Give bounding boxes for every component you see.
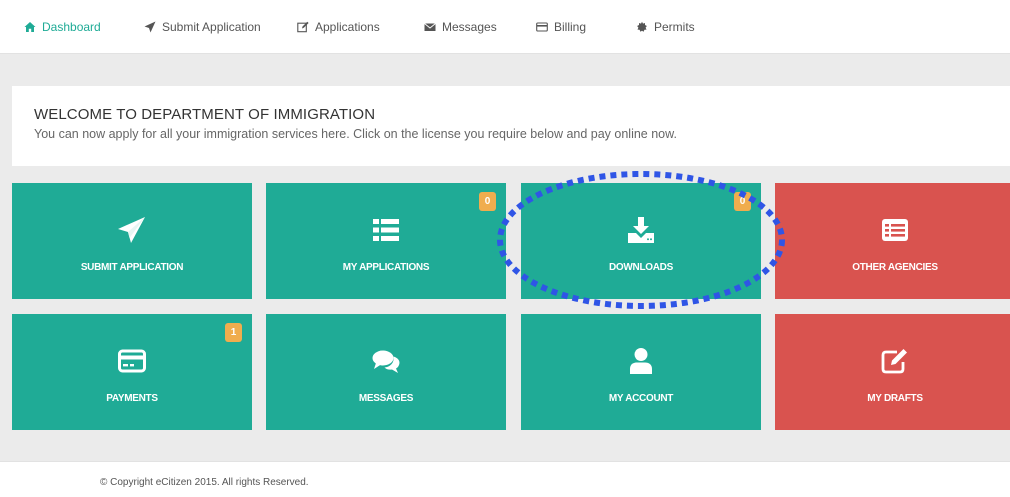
nav-submit-application[interactable]: Submit Application [144, 20, 261, 34]
welcome-panel: WELCOME TO DEPARTMENT OF IMMIGRATION You… [12, 86, 1010, 166]
tile-payments-label: PAYMENTS [106, 393, 158, 404]
my-applications-count-badge: 0 [479, 192, 496, 211]
tile-payments[interactable]: 1 PAYMENTS [12, 314, 252, 430]
footer-copyright: © Copyright eCitizen 2015. All rights Re… [100, 477, 309, 488]
nav-billing[interactable]: Billing [536, 20, 586, 34]
nav-messages-label: Messages [442, 20, 497, 34]
tile-submit-application-label: SUBMIT APPLICATION [80, 262, 184, 273]
downloads-count-badge: 0 [734, 192, 751, 211]
credit-card-icon [536, 22, 548, 32]
nav-applications-label: Applications [315, 20, 380, 34]
tile-messages[interactable]: MESSAGES [266, 314, 506, 430]
paper-plane-icon [144, 21, 156, 33]
nav-dashboard[interactable]: Dashboard [24, 20, 101, 34]
certificate-icon [637, 21, 647, 32]
list-alt-icon [880, 216, 910, 244]
tile-downloads-label: DOWNLOADS [609, 262, 673, 273]
welcome-subtitle: You can now apply for all your immigrati… [34, 127, 677, 141]
footer: © Copyright eCitizen 2015. All rights Re… [0, 461, 1010, 497]
nav-submit-application-label: Submit Application [162, 20, 261, 34]
credit-card-icon [117, 347, 147, 375]
nav-dashboard-label: Dashboard [42, 20, 101, 34]
tile-downloads[interactable]: 0 DOWNLOADS [521, 183, 761, 299]
top-nav: Dashboard Submit Application Application… [0, 0, 1010, 54]
tile-other-agencies-label: OTHER AGENCIES [852, 262, 938, 273]
tile-my-account-label: MY ACCOUNT [608, 393, 674, 404]
paper-plane-icon [117, 216, 147, 244]
nav-applications[interactable]: Applications [297, 20, 380, 34]
edit-icon [880, 347, 910, 375]
nav-billing-label: Billing [554, 20, 587, 34]
payments-count-badge: 1 [225, 323, 242, 342]
tile-my-account[interactable]: MY ACCOUNT [521, 314, 761, 430]
tile-my-applications-label: MY APPLICATIONS [342, 262, 430, 273]
nav-messages[interactable]: Messages [424, 20, 497, 34]
comments-icon [371, 347, 401, 375]
tile-my-drafts[interactable]: MY DRAFTS [775, 314, 1010, 430]
welcome-title: WELCOME TO DEPARTMENT OF IMMIGRATION [34, 106, 376, 123]
home-icon [24, 22, 36, 32]
envelope-icon [424, 23, 436, 31]
tile-my-applications[interactable]: 0 MY APPLICATIONS [266, 183, 506, 299]
list-icon [371, 216, 401, 244]
user-icon [626, 347, 656, 375]
tile-submit-application[interactable]: SUBMIT APPLICATION [12, 183, 252, 299]
edit-icon [297, 21, 309, 33]
nav-permits-label: Permits [654, 20, 695, 34]
tile-other-agencies[interactable]: OTHER AGENCIES [775, 183, 1010, 299]
nav-permits[interactable]: Permits [636, 20, 695, 34]
tile-my-drafts-label: MY DRAFTS [867, 393, 923, 404]
tile-messages-label: MESSAGES [358, 393, 414, 404]
download-icon [626, 216, 656, 244]
